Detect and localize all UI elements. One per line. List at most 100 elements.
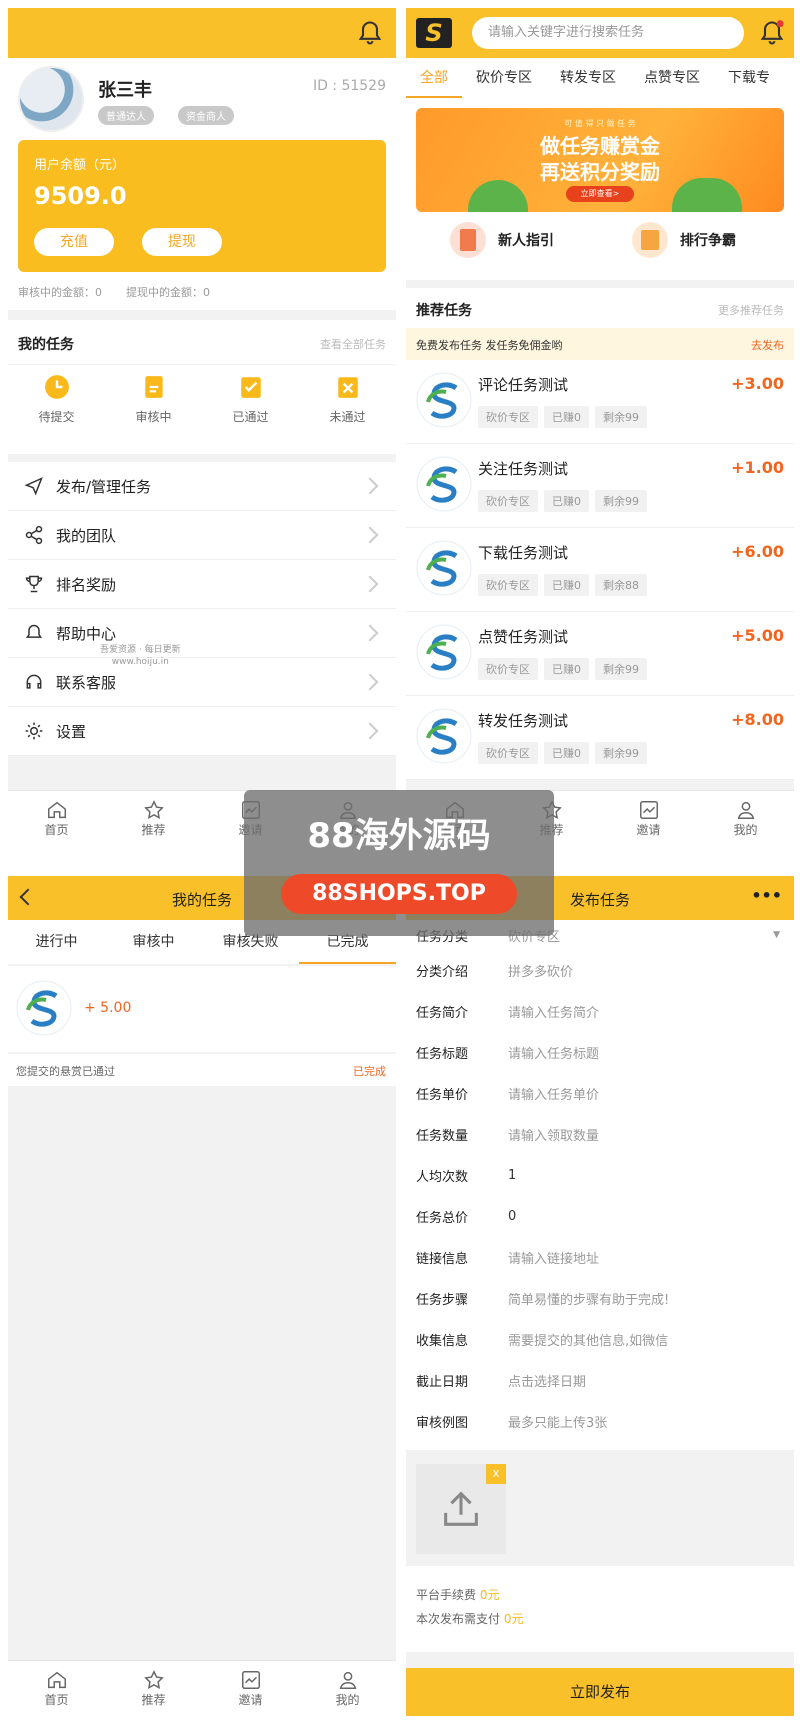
avatar[interactable]: [18, 66, 84, 132]
settings-icon: [25, 722, 43, 740]
withdraw-button[interactable]: 提现: [142, 228, 222, 256]
task-reward: +5.00: [731, 626, 784, 645]
field-label: 任务数量: [416, 1129, 469, 1144]
tab-reviewing[interactable]: 审核中: [105, 920, 202, 964]
tab-mine[interactable]: 我的: [697, 791, 794, 846]
status-label: 已完成: [353, 1065, 386, 1078]
menu-help[interactable]: 帮助中心: [8, 609, 396, 658]
menu-publish-manage[interactable]: 发布/管理任务: [8, 462, 396, 511]
remove-image-button[interactable]: x: [486, 1464, 506, 1484]
balance-value: 9509.0: [34, 182, 127, 210]
tab-mine[interactable]: 我的: [299, 1661, 396, 1716]
task-logo-icon: [16, 980, 72, 1036]
task-item[interactable]: 下载任务测试 砍价专区 已赚0 剩余88 +6.00: [406, 528, 794, 612]
tab-in-progress[interactable]: 进行中: [8, 920, 105, 964]
task-item[interactable]: 评论任务测试 砍价专区 已赚0 剩余99 +3.00: [406, 360, 794, 444]
publish-submit-button[interactable]: 立即发布: [406, 1668, 794, 1716]
category-tab-download[interactable]: 下载专: [714, 58, 784, 98]
menu-my-team[interactable]: 我的团队: [8, 511, 396, 560]
summary-input[interactable]: 请输入任务简介: [508, 1002, 599, 1021]
collect-info-input[interactable]: 需要提交的其他信息,如微信: [508, 1330, 668, 1349]
field-category-intro: 分类介绍 拼多多砍价: [406, 950, 794, 991]
field-link[interactable]: 链接信息 请输入链接地址: [406, 1237, 794, 1278]
menu-label: 联系客服: [56, 673, 117, 692]
quantity-input[interactable]: 请输入领取数量: [508, 1125, 599, 1144]
menu-label: 排名奖励: [56, 575, 117, 594]
status-message: 您提交的悬赏已通过: [16, 1065, 115, 1078]
field-value: 最多只能上传3张: [508, 1416, 608, 1431]
status-label: 未通过: [329, 410, 366, 424]
status-passed[interactable]: 已通过: [202, 374, 299, 425]
task-item[interactable]: 转发任务测试 砍价专区 已赚0 剩余99 +8.00: [406, 696, 794, 780]
small-watermark-line1: 吾爱资源 · 每日更新: [100, 645, 181, 655]
category-tab-like[interactable]: 点赞专区: [630, 58, 714, 98]
field-deadline[interactable]: 截止日期 点击选择日期: [406, 1360, 794, 1401]
go-publish-link[interactable]: 去发布: [751, 337, 784, 353]
steps-input[interactable]: 简单易懂的步骤有助于完成!: [508, 1289, 669, 1308]
tab-home[interactable]: 首页: [8, 1661, 105, 1716]
link-input[interactable]: 请输入链接地址: [508, 1248, 599, 1267]
unit-price-input[interactable]: 请输入任务单价: [508, 1084, 599, 1103]
field-summary[interactable]: 任务简介 请输入任务简介: [406, 991, 794, 1032]
tab-label: 推荐: [141, 1693, 166, 1707]
star-icon: [143, 1670, 164, 1689]
tab-recommend[interactable]: 推荐: [105, 1661, 202, 1716]
search-input[interactable]: 请输入关键字进行搜索任务: [472, 17, 744, 49]
tab-recommend[interactable]: 推荐: [105, 791, 202, 846]
user-name: 张三丰: [98, 80, 152, 101]
category-tab-all[interactable]: 全部: [406, 58, 462, 98]
field-unit-price[interactable]: 任务单价 请输入任务单价: [406, 1073, 794, 1114]
more-options-button[interactable]: •••: [751, 886, 782, 905]
headset-icon: [26, 674, 42, 689]
menu-ranking[interactable]: 排名奖励: [8, 560, 396, 609]
category-tab-forward[interactable]: 转发专区: [546, 58, 630, 98]
status-pending[interactable]: 待提交: [8, 374, 105, 425]
recharge-button[interactable]: 充值: [34, 228, 114, 256]
more-recommend-link[interactable]: 更多推荐任务: [718, 302, 784, 318]
chevron-right-icon: [361, 526, 379, 544]
home-icon: [47, 1671, 66, 1689]
publish-form: 任务分类 砍价专区 ▼ 分类介绍 拼多多砍价 任务简介 请输入任务简介 任务标题 请输入任…: [406, 920, 794, 1450]
status-rejected[interactable]: 未通过: [299, 374, 396, 425]
banner-line1: 做任务赚赏金: [540, 134, 660, 158]
task-item[interactable]: 点赞任务测试 砍价专区 已赚0 剩余99 +5.00: [406, 612, 794, 696]
task-item[interactable]: 关注任务测试 砍价专区 已赚0 剩余99 +1.00: [406, 444, 794, 528]
tab-invite[interactable]: 邀请: [600, 791, 697, 846]
bell-icon[interactable]: [758, 19, 786, 47]
banner-cta[interactable]: 立即查看>: [566, 186, 634, 202]
field-collect-info[interactable]: 收集信息 需要提交的其他信息,如微信: [406, 1319, 794, 1360]
tab-invite[interactable]: 邀请: [202, 1661, 299, 1716]
ranking-icon: [632, 222, 668, 258]
field-quantity[interactable]: 任务数量 请输入领取数量: [406, 1114, 794, 1155]
menu-settings[interactable]: 设置: [8, 707, 396, 756]
task-remaining: 剩余99: [595, 742, 647, 764]
field-per-person[interactable]: 人均次数 1: [406, 1155, 794, 1196]
upload-image-button[interactable]: x: [416, 1464, 506, 1554]
quick-link-label: 排行争霸: [680, 233, 736, 249]
bell-icon[interactable]: [356, 19, 384, 47]
task-chips: 砍价专区 已赚0 剩余99: [478, 490, 653, 512]
per-person-input[interactable]: 1: [508, 1168, 516, 1183]
category-tab-bargain[interactable]: 砍价专区: [462, 58, 546, 98]
deadline-picker[interactable]: 点击选择日期: [508, 1371, 586, 1390]
completed-task-item[interactable]: + 5.00: [8, 966, 396, 1052]
divider: [8, 364, 396, 365]
field-title[interactable]: 任务标题 请输入任务标题: [406, 1032, 794, 1073]
ranking-link[interactable]: 排行争霸: [632, 222, 736, 258]
tab-label: 邀请: [238, 1693, 263, 1707]
banner-line2: 再送积分奖励: [540, 160, 660, 184]
bell-icon: [25, 624, 43, 638]
newbie-guide-link[interactable]: 新人指引: [450, 222, 554, 258]
field-steps[interactable]: 任务步骤 简单易懂的步骤有助于完成!: [406, 1278, 794, 1319]
upload-icon: [444, 1491, 478, 1526]
menu-label: 帮助中心: [56, 624, 117, 643]
chevron-right-icon: [361, 575, 379, 593]
view-all-tasks-link[interactable]: 查看全部任务: [320, 336, 386, 352]
pay-row: 本次发布需支付 0元: [416, 1610, 523, 1627]
menu-label: 设置: [56, 722, 87, 741]
promo-banner[interactable]: 可 值 得 只 做 任 务 做任务赚赏金 再送积分奖励 立即查看>: [416, 108, 784, 212]
title-input[interactable]: 请输入任务标题: [508, 1043, 599, 1062]
tab-home[interactable]: 首页: [8, 791, 105, 846]
status-reviewing[interactable]: 审核中: [105, 374, 202, 425]
menu-customer-service[interactable]: 联系客服: [8, 658, 396, 707]
